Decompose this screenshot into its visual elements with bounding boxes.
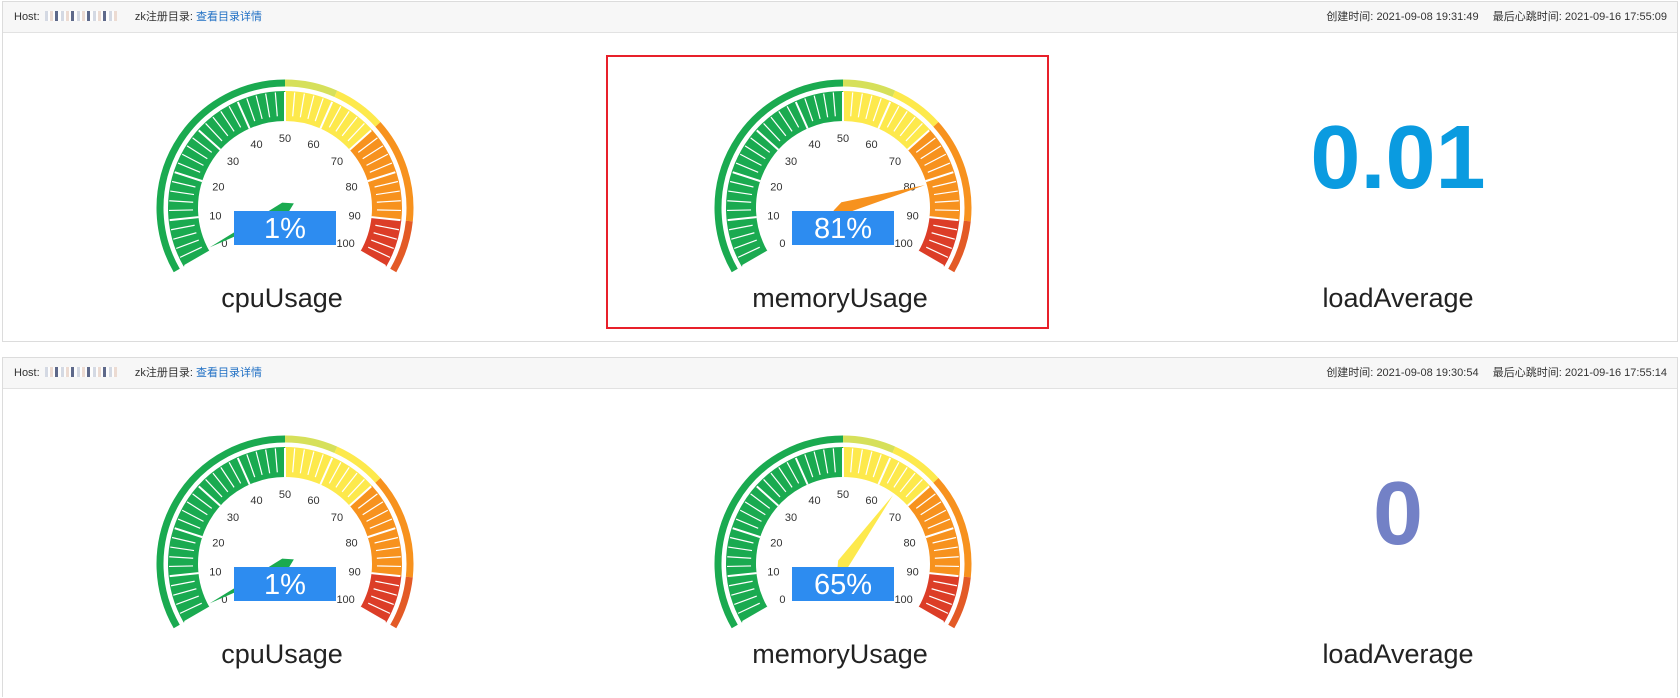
gauge-tick-label: 100 [894, 594, 912, 606]
gauge-value-text: 1% [264, 213, 306, 245]
cpu-usage-cell: 0 10 20 30 40 50 60 70 80 90 100 1% cpuUsage [3, 389, 561, 698]
gauge-value-text: 65% [814, 569, 872, 601]
gauge-value-text: 81% [814, 213, 872, 245]
gauge-tick-label: 30 [227, 512, 239, 524]
zk-detail-link[interactable]: 查看目录详情 [196, 367, 262, 379]
cpu-usage-label: cpuUsage [221, 283, 343, 313]
gauge-tick-label: 40 [808, 495, 820, 507]
host-info: Host: zk注册目录: 查看目录详情 [14, 2, 262, 33]
gauge-tick [376, 209, 401, 212]
cpu-usage-gauge: 01020304050607080901001% [156, 79, 414, 273]
zk-label: zk注册目录: [134, 11, 193, 23]
gauge-tick [169, 209, 194, 212]
gauge-tick-label: 10 [209, 210, 221, 222]
gauge-tick-label: 40 [250, 139, 262, 151]
host-value-masked [44, 367, 117, 377]
gauge-value-text: 1% [264, 569, 306, 601]
host-value-masked [44, 11, 117, 21]
gauge-tick-label: 80 [345, 181, 357, 193]
gauge-tick-label: 30 [227, 156, 239, 168]
gauge-tick-label: 80 [903, 537, 915, 549]
gauge-tick-label: 50 [279, 489, 291, 501]
gauge-tick-label: 50 [837, 133, 849, 145]
cpu-usage-label: cpuUsage [221, 639, 343, 669]
gauge-tick-label: 70 [331, 512, 343, 524]
heartbeat-label: 最后心跳时间: [1492, 11, 1562, 23]
gauge-tick-label: 90 [348, 210, 360, 222]
gauge-tick-label: 10 [767, 210, 779, 222]
load-average-label: loadAverage [1322, 639, 1474, 669]
gauge-tick-label: 20 [212, 537, 224, 549]
gauge-tick-label: 70 [889, 512, 901, 524]
gauge-tick [934, 565, 959, 568]
heartbeat-label: 最后心跳时间: [1492, 367, 1562, 379]
memory-usage-label: memoryUsage [752, 639, 928, 669]
load-average-cell: 0 loadAverage [1119, 389, 1677, 698]
zk-label: zk注册目录: [134, 367, 193, 379]
host-header: Host: zk注册目录: 查看目录详情 创建时间: 2021-09-08 19… [3, 358, 1677, 389]
created-label: 创建时间: [1326, 367, 1374, 379]
load-average-label: loadAverage [1322, 283, 1474, 313]
heartbeat-value: 2021-09-16 17:55:09 [1564, 11, 1667, 23]
gauge-tick-label: 0 [779, 238, 785, 250]
gauge-tick-label: 20 [770, 181, 782, 193]
memory-usage-gauge: 010203040506070809010081% [714, 79, 972, 273]
load-average-value: 0.01 [1310, 108, 1486, 208]
host-panel-1: Host: zk注册目录: 查看目录详情 创建时间: 2021-09-08 19… [2, 1, 1678, 342]
gauge-tick-label: 100 [336, 594, 354, 606]
gauge-tick-label: 10 [209, 566, 221, 578]
host-label: Host: [14, 11, 40, 23]
gauge-tick-label: 80 [345, 537, 357, 549]
cpu-usage-cell: 0 10 20 30 40 50 60 70 80 90 100 1% cpuUsage [3, 33, 561, 342]
gauge-tick-label: 20 [212, 181, 224, 193]
gauge-tick-label: 60 [865, 139, 877, 151]
memory-usage-gauge: 0 10 20 30 40 50 60 70 80 90 100 65% [714, 435, 972, 629]
gauge-tick-label: 0 [779, 594, 785, 606]
gauge-tick-label: 90 [906, 566, 918, 578]
gauge-tick-label: 70 [331, 156, 343, 168]
host-times: 创建时间: 2021-09-08 19:30:54 最后心跳时间: 2021-0… [1326, 358, 1667, 389]
host-info: Host: zk注册目录: 查看目录详情 [14, 358, 262, 389]
host-times: 创建时间: 2021-09-08 19:31:49 最后心跳时间: 2021-0… [1326, 2, 1667, 33]
gauge-tick-label: 100 [894, 238, 912, 250]
gauge-tick-label: 10 [767, 566, 779, 578]
memory-usage-cell: 0 10 20 30 40 50 60 70 80 90 100 65% memoryUsage [561, 389, 1119, 698]
load-average-cell: 0.01 loadAverage [1119, 33, 1677, 342]
created-value: 2021-09-08 19:30:54 [1376, 367, 1479, 379]
zk-detail-link[interactable]: 查看目录详情 [196, 11, 262, 23]
gauge-tick-label: 70 [889, 156, 901, 168]
gauge-tick-label: 60 [865, 495, 877, 507]
gauge-tick-label: 40 [808, 139, 820, 151]
gauge-tick-label: 20 [770, 537, 782, 549]
host-header: Host: zk注册目录: 查看目录详情 创建时间: 2021-09-08 19… [3, 2, 1677, 33]
heartbeat-value: 2021-09-16 17:55:14 [1564, 367, 1667, 379]
host-panel-2: Host: zk注册目录: 查看目录详情 创建时间: 2021-09-08 19… [2, 357, 1678, 697]
gauge-tick-label: 50 [837, 489, 849, 501]
gauge-tick-label: 100 [336, 238, 354, 250]
cpu-usage-gauge: 01020304050607080901001% [156, 435, 414, 629]
gauge-tick [727, 565, 752, 568]
gauge-tick [934, 209, 959, 212]
gauge-tick-label: 90 [906, 210, 918, 222]
memory-usage-cell: 0 10 20 30 40 50 60 70 80 90 100 81% memoryUsage [561, 33, 1119, 342]
gauge-tick-label: 30 [785, 512, 797, 524]
gauge-tick-label: 60 [307, 495, 319, 507]
gauge-tick-label: 50 [279, 133, 291, 145]
gauge-tick-label: 90 [348, 566, 360, 578]
gauge-tick [169, 565, 194, 568]
created-value: 2021-09-08 19:31:49 [1376, 11, 1479, 23]
gauge-tick [727, 209, 752, 212]
memory-usage-label: memoryUsage [752, 283, 928, 313]
load-average-value: 0 [1372, 464, 1424, 564]
gauge-tick [376, 565, 401, 568]
gauge-tick-label: 30 [785, 156, 797, 168]
gauge-tick-label: 40 [250, 495, 262, 507]
host-label: Host: [14, 367, 40, 379]
created-label: 创建时间: [1326, 11, 1374, 23]
gauge-tick-label: 60 [307, 139, 319, 151]
